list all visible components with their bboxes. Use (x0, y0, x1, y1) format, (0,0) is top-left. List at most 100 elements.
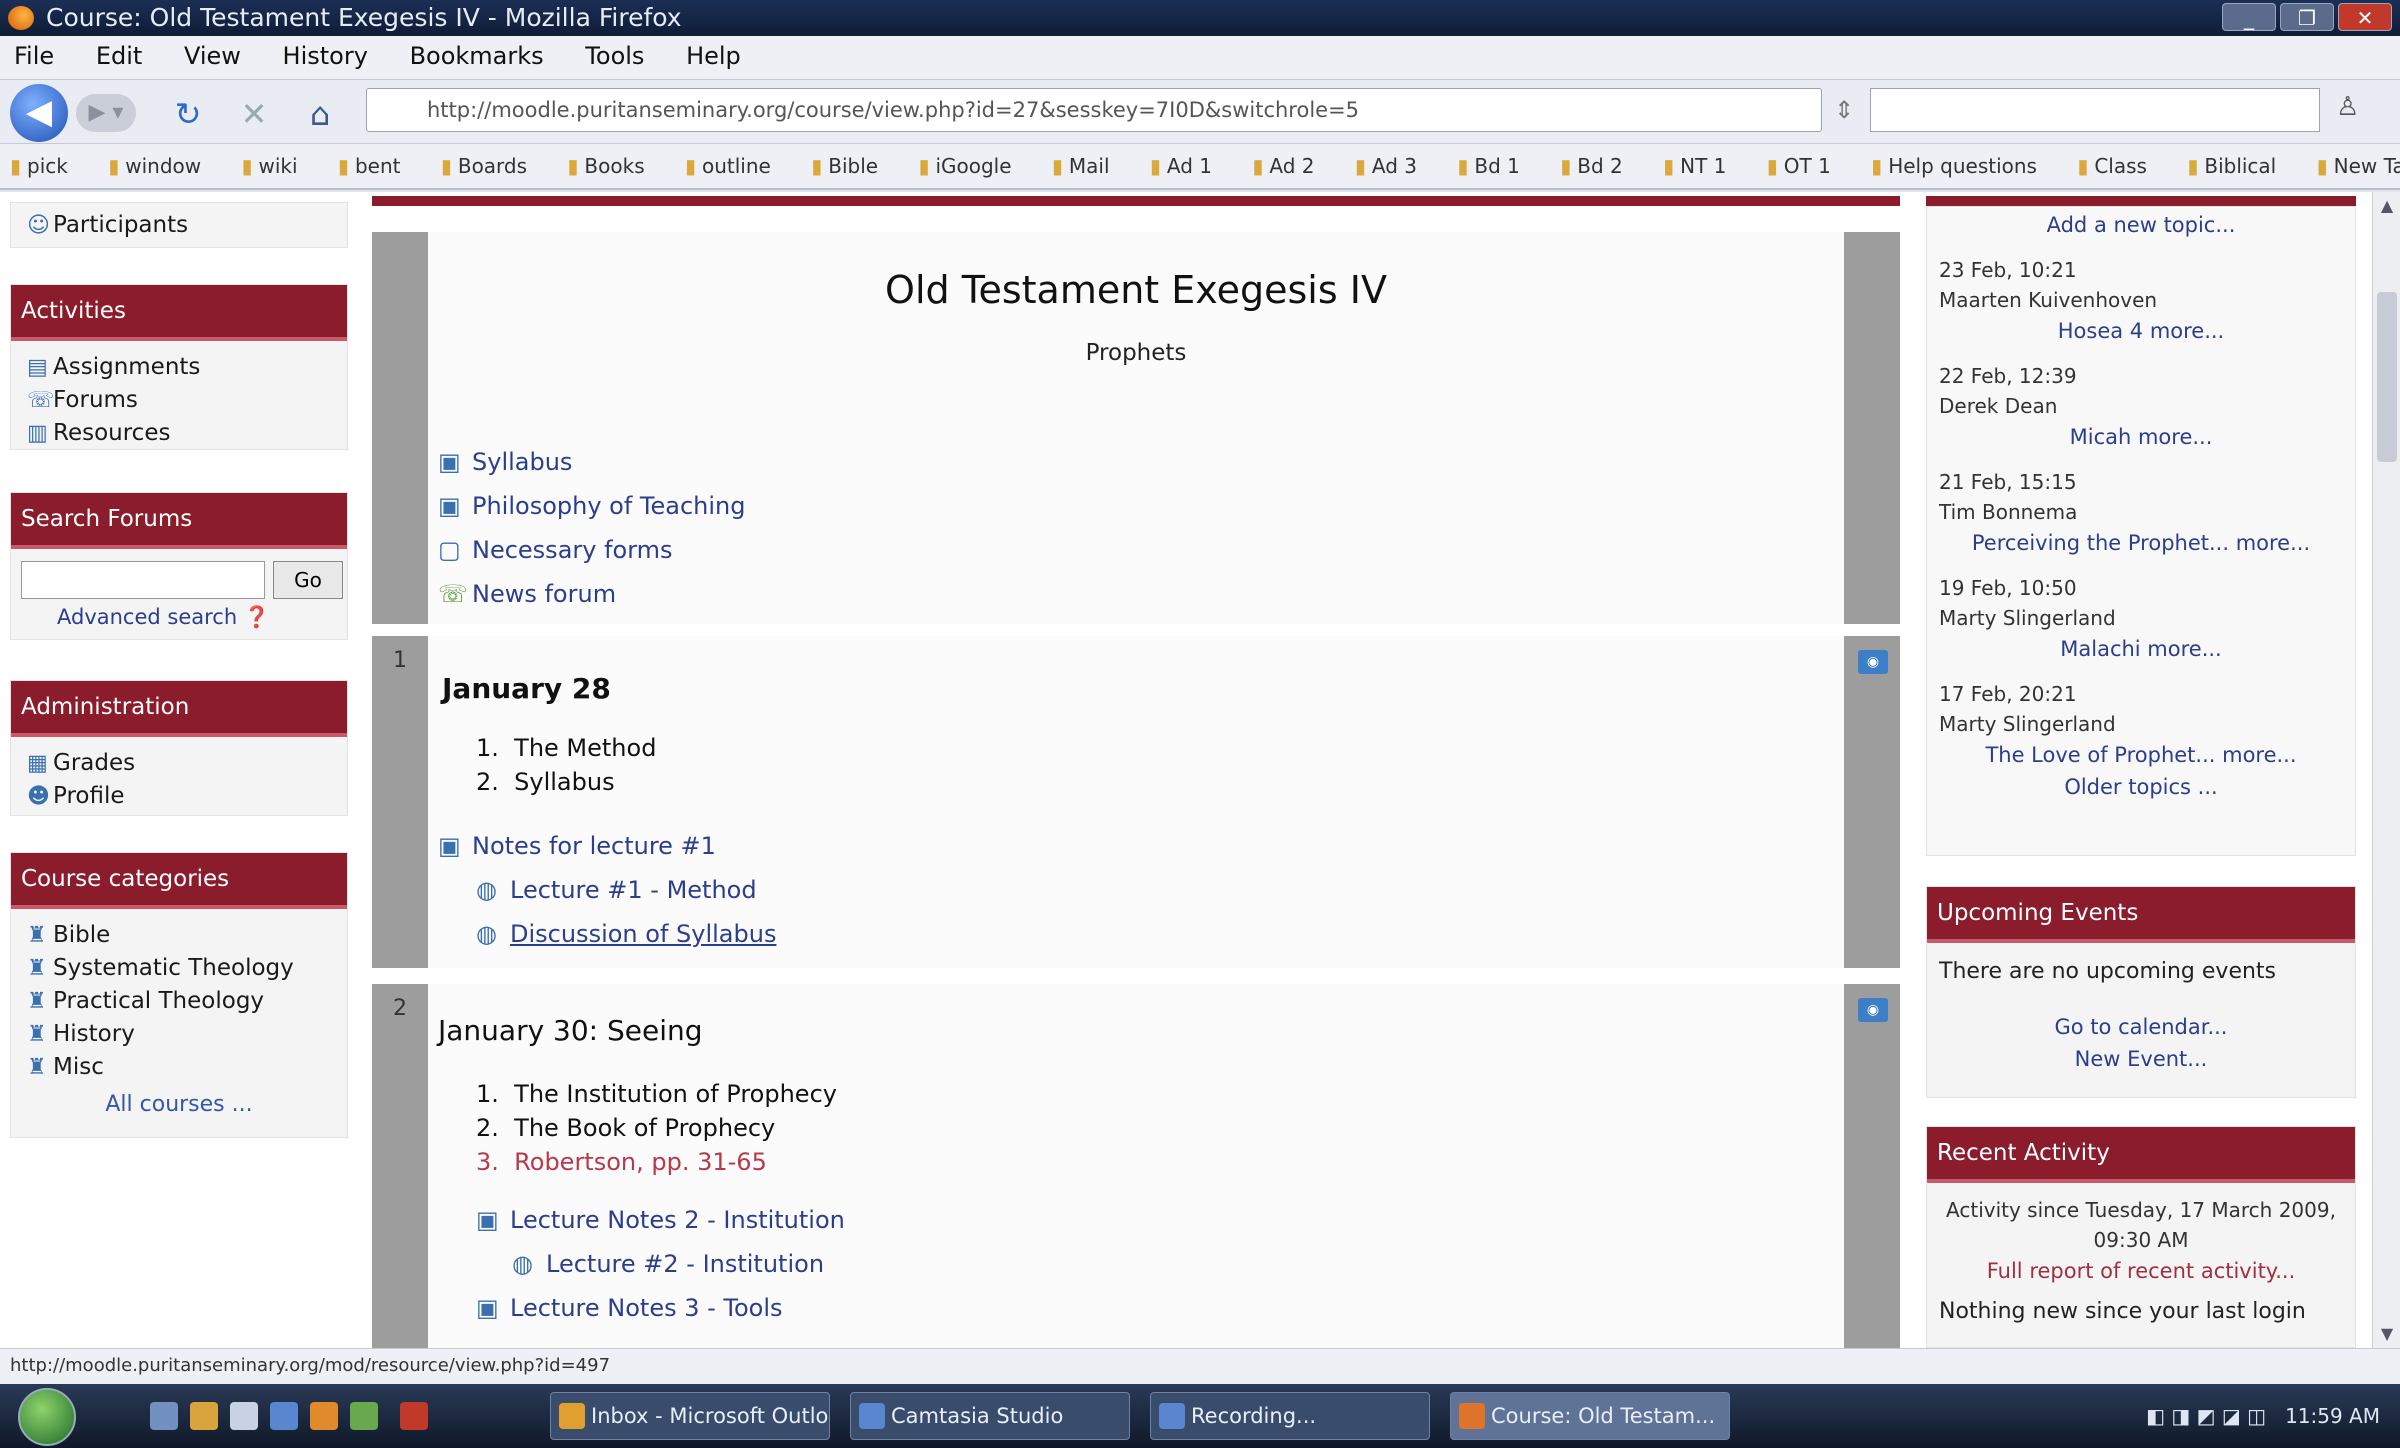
forward-arrow-icon[interactable]: ▶ ▾ (76, 94, 136, 132)
vertical-scrollbar[interactable]: ▲ ▼ (2372, 192, 2400, 1348)
bookmark-item[interactable]: Ad 2 (1252, 144, 1314, 188)
forms-link[interactable]: ▢ Necessary forms (438, 536, 673, 564)
bookmark-item[interactable]: iGoogle (918, 144, 1011, 188)
bookmark-item[interactable]: Bible (811, 144, 878, 188)
help-icon[interactable]: ❓ (244, 605, 270, 629)
bookmark-item[interactable]: New Tab (2317, 144, 2400, 188)
go-button[interactable]: Go (273, 561, 343, 599)
task-recording[interactable]: Recording... (1150, 1392, 1430, 1440)
all-courses-link[interactable]: All courses ... (11, 1092, 347, 1117)
bookmark-item[interactable]: bent (338, 144, 401, 188)
menu-bookmarks[interactable]: Bookmarks (410, 36, 544, 70)
quicklaunch-icon[interactable] (400, 1402, 428, 1430)
category-misc[interactable]: ♜ Misc (11, 1051, 347, 1084)
bookmark-item[interactable]: Books (567, 144, 644, 188)
bookmark-item[interactable]: NT 1 (1663, 144, 1726, 188)
bookmarks-toolbar: pick window wiki bent Boards Books outli… (0, 144, 2400, 190)
new-event-link[interactable]: New Event... (1927, 1043, 2355, 1075)
quicklaunch-icon[interactable] (350, 1402, 378, 1430)
url-input[interactable]: http://moodle.puritanseminary.org/course… (366, 88, 1822, 132)
maximize-button[interactable]: ❐ (2280, 3, 2334, 31)
recent-activity-heading: Recent Activity (1927, 1127, 2355, 1183)
news-post-link[interactable]: Hosea 4 more... (1927, 315, 2355, 347)
bookmark-item[interactable]: Bd 2 (1560, 144, 1623, 188)
scroll-thumb[interactable] (2377, 292, 2397, 462)
category-bible[interactable]: ♜ Bible (11, 919, 347, 952)
quicklaunch-icon[interactable] (270, 1402, 298, 1430)
bookmark-item[interactable]: Ad 1 (1150, 144, 1212, 188)
quicklaunch-icon[interactable] (230, 1402, 258, 1430)
news-rule (1926, 196, 2356, 206)
eye-icon[interactable]: ◉ (1858, 998, 1888, 1022)
menu-view[interactable]: View (184, 36, 241, 70)
bookmark-item[interactable]: Biblical (2187, 144, 2276, 188)
category-practical-theology[interactable]: ♜ Practical Theology (11, 985, 347, 1018)
tray-icons[interactable]: ◧ ◨ ◩ ◪ ◫ (2146, 1404, 2279, 1428)
bookmark-item[interactable]: Mail (1052, 144, 1110, 188)
menu-tools[interactable]: Tools (585, 36, 644, 70)
scroll-down-icon[interactable]: ▼ (2373, 1324, 2400, 1343)
lecture-2-institution-link[interactable]: ◍ Lecture #2 - Institution (512, 1250, 824, 1278)
participants-link[interactable]: ☺ Participants (11, 203, 347, 238)
section-1-topic-1: 1. The Method (476, 734, 657, 762)
older-topics-link[interactable]: Older topics ... (1927, 771, 2355, 803)
category-history[interactable]: ♜ History (11, 1018, 347, 1051)
activity-assignments[interactable]: ▤ Assignments (11, 351, 347, 384)
full-report-link[interactable]: Full report of recent activity... (1927, 1255, 2355, 1287)
home-icon[interactable]: ⌂ (300, 94, 340, 134)
lecture-1-method-link[interactable]: ◍ Lecture #1 - Method (476, 876, 757, 904)
search-engine-icon[interactable]: ⇕ (1834, 96, 1854, 124)
quicklaunch-icon[interactable] (190, 1402, 218, 1430)
syllabus-link[interactable]: ▣ Syllabus (438, 448, 572, 476)
news-forum-link[interactable]: ☏ News forum (438, 580, 616, 608)
scroll-up-icon[interactable]: ▲ (2373, 196, 2400, 215)
discussion-syllabus-link[interactable]: ◍ Discussion of Syllabus (476, 920, 776, 948)
back-arrow-icon[interactable]: ◀ (10, 84, 68, 142)
start-button[interactable] (18, 1388, 76, 1446)
bookmark-item[interactable]: Ad 3 (1355, 144, 1417, 188)
search-input[interactable] (1870, 88, 2320, 132)
eye-icon[interactable]: ◉ (1858, 650, 1888, 674)
advanced-search-link[interactable]: Advanced search ❓ (57, 605, 270, 630)
news-post-link[interactable]: Micah more... (1927, 421, 2355, 453)
activity-forums[interactable]: ☏Forums (11, 384, 347, 417)
bookmark-item[interactable]: Help questions (1871, 144, 2037, 188)
bookmark-item[interactable]: Boards (441, 144, 527, 188)
notes-lecture-1-link[interactable]: ▣ Notes for lecture #1 (438, 832, 716, 860)
news-post-link[interactable]: Perceiving the Prophet... more... (1927, 527, 2355, 559)
task-firefox[interactable]: Course: Old Testam... (1450, 1392, 1730, 1440)
bookmark-item[interactable]: window (108, 144, 201, 188)
menu-edit[interactable]: Edit (96, 36, 142, 70)
activities-heading: Activities (11, 285, 347, 341)
category-systematic-theology[interactable]: ♜ Systematic Theology (11, 952, 347, 985)
stop-icon[interactable]: ✕ (234, 94, 274, 134)
bookmark-item[interactable]: wiki (241, 144, 298, 188)
menu-help[interactable]: Help (686, 36, 741, 70)
menu-file[interactable]: File (14, 36, 54, 70)
activity-resources[interactable]: ▥ Resources (11, 417, 347, 450)
forum-search-input[interactable] (21, 561, 265, 599)
minimize-button[interactable]: _ (2222, 3, 2276, 31)
admin-profile[interactable]: ☻ Profile (11, 780, 347, 813)
task-camtasia[interactable]: Camtasia Studio (850, 1392, 1130, 1440)
menu-history[interactable]: History (283, 36, 368, 70)
bookmark-item[interactable]: OT 1 (1767, 144, 1831, 188)
bookmark-item[interactable]: pick (10, 144, 68, 188)
news-post-link[interactable]: Malachi more... (1927, 633, 2355, 665)
task-outlook[interactable]: Inbox - Microsoft Outlook (550, 1392, 830, 1440)
admin-grades[interactable]: ▦ Grades (11, 747, 347, 780)
add-topic-link[interactable]: Add a new topic... (1927, 209, 2355, 241)
lecture-notes-3-link[interactable]: ▣ Lecture Notes 3 - Tools (476, 1294, 783, 1322)
lecture-notes-2-link[interactable]: ▣ Lecture Notes 2 - Institution (476, 1206, 845, 1234)
bookmark-item[interactable]: Bd 1 (1457, 144, 1520, 188)
user-icon[interactable]: ♙ (2336, 92, 2359, 122)
close-window-button[interactable]: ✕ (2338, 3, 2392, 31)
quicklaunch-icon[interactable] (310, 1402, 338, 1430)
quicklaunch-icon[interactable] (150, 1402, 178, 1430)
go-to-calendar-link[interactable]: Go to calendar... (1927, 1011, 2355, 1043)
philosophy-link[interactable]: ▣ Philosophy of Teaching (438, 492, 746, 520)
bookmark-item[interactable]: outline (685, 144, 771, 188)
reload-icon[interactable]: ↻ (168, 94, 208, 134)
news-post-link[interactable]: The Love of Prophet... more... (1927, 739, 2355, 771)
bookmark-item[interactable]: Class (2077, 144, 2147, 188)
